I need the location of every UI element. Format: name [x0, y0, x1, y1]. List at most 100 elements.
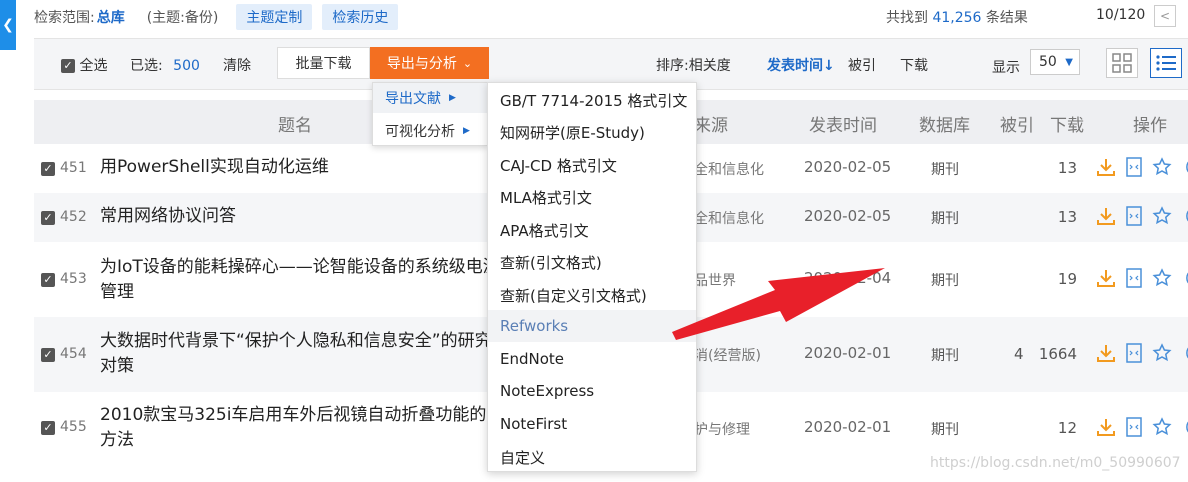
html-read-icon[interactable] [1126, 268, 1142, 288]
header-date[interactable]: 发表时间 [809, 111, 877, 136]
topic-custom-button[interactable]: 主题定制 [236, 4, 313, 30]
display-label: 显示 [992, 60, 1020, 76]
sort-download[interactable]: 下载 [900, 55, 928, 75]
sort-label: 排序:相关度 [656, 55, 731, 75]
download-icon[interactable] [1096, 268, 1116, 288]
quote-icon[interactable] [1182, 157, 1188, 177]
format-custom[interactable]: 自定义 [500, 447, 545, 468]
list-view-button[interactable] [1150, 48, 1182, 78]
html-read-icon[interactable] [1126, 157, 1142, 177]
row-downloads: 19 [1057, 270, 1077, 288]
batch-download-button[interactable]: 批量下载 [277, 47, 370, 79]
search-history-button[interactable]: 检索历史 [322, 4, 399, 30]
collapse-sidebar-tab[interactable]: ❮ [0, 0, 16, 50]
format-novelty-citation[interactable]: 查新(引文格式) [500, 252, 602, 273]
select-all-checkbox[interactable]: ✓ 全选 [61, 55, 107, 75]
scope-value[interactable]: 总库 [97, 7, 125, 27]
row-number: 454 [60, 346, 87, 362]
star-icon[interactable] [1152, 206, 1172, 226]
menu-item-label: 导出文献 [385, 91, 441, 107]
format-cajcd[interactable]: CAJ-CD 格式引文 [500, 155, 617, 176]
prev-page-button[interactable]: < [1154, 5, 1176, 27]
row-title-link[interactable]: 为IoT设备的能耗操碎心——论智能设备的系统级电源管理 [100, 255, 500, 305]
star-icon[interactable] [1152, 343, 1172, 363]
header-source: 来源 [694, 116, 728, 136]
export-analysis-button[interactable]: 导出与分析 ⌄ [370, 47, 489, 79]
row-cited[interactable]: 4 [1014, 345, 1024, 363]
star-icon[interactable] [1152, 157, 1172, 177]
row-downloads: 13 [1057, 159, 1077, 177]
row-source[interactable]: 全和信息化 [694, 208, 764, 228]
chevron-left-icon: ❮ [2, 17, 14, 33]
export-dropdown-menu: 导出文献 ▶ 可视化分析 ▶ [372, 82, 488, 146]
format-noteexpress[interactable]: NoteExpress [500, 382, 594, 400]
format-estudy[interactable]: 知网研学(原E-Study) [500, 122, 645, 143]
quote-icon[interactable] [1182, 268, 1188, 288]
page-indicator: 10/120 [1096, 7, 1146, 23]
html-read-icon[interactable] [1126, 343, 1142, 363]
format-endnote[interactable]: EndNote [500, 350, 564, 368]
sort-relevance[interactable]: 相关度 [689, 58, 731, 74]
found-prefix: 共找到 [886, 10, 928, 26]
format-novelty-custom[interactable]: 查新(自定义引文格式) [500, 285, 647, 306]
row-database: 期刊 [931, 422, 959, 438]
quote-icon[interactable] [1182, 417, 1188, 437]
row-title-link[interactable]: 常用网络协议问答 [100, 204, 500, 229]
grid-icon [1112, 53, 1132, 73]
grid-view-button[interactable] [1106, 48, 1138, 78]
scope-label: 检索范围: [34, 10, 95, 26]
row-ops [1096, 343, 1188, 363]
menu-item-visual-analysis[interactable]: 可视化分析 ▶ [385, 121, 470, 141]
row-downloads: 13 [1057, 208, 1077, 226]
row-checkbox[interactable]: ✓ [41, 162, 55, 176]
menu-item-export-literature[interactable]: 导出文献 ▶ [373, 83, 487, 113]
chevron-left-icon: < [1159, 9, 1171, 23]
row-source[interactable]: 全和信息化 [694, 159, 764, 179]
row-ops [1096, 157, 1188, 177]
row-number: 453 [60, 271, 87, 287]
sort-cited[interactable]: 被引 [848, 55, 876, 75]
download-icon[interactable] [1096, 157, 1116, 177]
html-read-icon[interactable] [1126, 206, 1142, 226]
annotation-arrow-icon [672, 268, 885, 340]
html-read-icon[interactable] [1126, 417, 1142, 437]
quote-icon[interactable] [1182, 343, 1188, 363]
page-size-select[interactable]: 50 ▼ [1030, 49, 1080, 75]
row-title-link[interactable]: 2010款宝马325i车启用车外后视镜自动折叠功能的方法 [100, 403, 500, 453]
quote-icon[interactable] [1182, 206, 1188, 226]
checkbox-checked-icon: ✓ [61, 59, 75, 73]
row-checkbox[interactable]: ✓ [41, 348, 55, 362]
row-database: 期刊 [931, 273, 959, 289]
row-title-link[interactable]: 大数据时代背景下“保护个人隐私和信息安全”的研究对策 [100, 329, 500, 379]
download-icon[interactable] [1096, 343, 1116, 363]
download-icon[interactable] [1096, 417, 1116, 437]
result-count: 共找到 41,256 条结果 [886, 7, 1028, 27]
format-notefirst[interactable]: NoteFirst [500, 415, 567, 433]
header-cited[interactable]: 被引 [1000, 111, 1034, 136]
row-date: 2020-02-01 [804, 418, 892, 436]
header-title: 题名 [278, 116, 312, 136]
row-checkbox[interactable]: ✓ [41, 211, 55, 225]
star-icon[interactable] [1152, 417, 1172, 437]
format-apa[interactable]: APA格式引文 [500, 220, 589, 241]
row-title-link[interactable]: 用PowerShell实现自动化运维 [100, 155, 500, 180]
row-checkbox[interactable]: ✓ [41, 273, 55, 287]
found-suffix: 条结果 [985, 10, 1028, 26]
caret-down-icon: ▼ [1065, 56, 1073, 68]
clear-button[interactable]: 清除 [223, 55, 251, 75]
row-source[interactable]: 护与修理 [694, 419, 750, 439]
format-gbt7714[interactable]: GB/T 7714-2015 格式引文 [500, 90, 687, 111]
row-date: 2020-02-05 [804, 207, 892, 225]
sort-pubdate-label: 发表时间 [767, 58, 823, 74]
menu-item-label: 可视化分析 [385, 124, 455, 140]
format-mla[interactable]: MLA格式引文 [500, 187, 592, 208]
sort-pubdate[interactable]: 发表时间↓ [767, 55, 835, 75]
star-icon[interactable] [1152, 268, 1172, 288]
arrow-down-icon: ↓ [823, 58, 835, 74]
header-ops: 操作 [1133, 116, 1167, 136]
row-ops [1096, 417, 1188, 437]
download-icon[interactable] [1096, 206, 1116, 226]
row-checkbox[interactable]: ✓ [41, 421, 55, 435]
header-downloads[interactable]: 下载 [1050, 111, 1084, 136]
selected-count: 已选: 500 [130, 55, 200, 75]
